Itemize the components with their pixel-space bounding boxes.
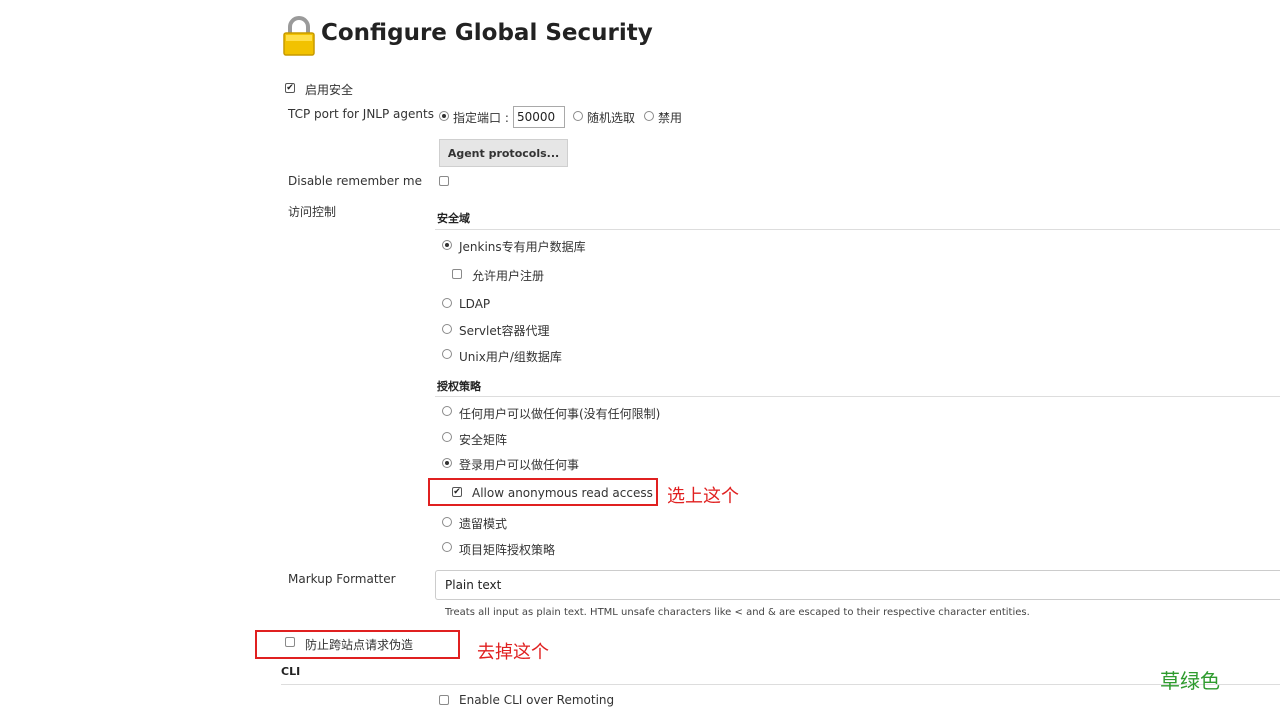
cli-title: CLI	[281, 665, 301, 678]
page-title: Configure Global Security	[321, 20, 653, 46]
markup-formatter-help: Treats all input as plain text. HTML uns…	[445, 607, 1030, 618]
realm-ldap-label: LDAP	[459, 297, 491, 311]
enable-cli-remoting-checkbox[interactable]	[439, 695, 449, 705]
realm-servlet-radio[interactable]	[442, 324, 452, 334]
authorization-divider	[435, 396, 1280, 397]
auth-legacy-label: 遗留模式	[459, 517, 508, 531]
annotation-select-this: 选上这个	[667, 486, 739, 507]
annotation-remove-this: 去掉这个	[477, 642, 549, 663]
tcp-port-random-radio[interactable]	[573, 111, 583, 121]
realm-unix-radio[interactable]	[442, 349, 452, 359]
auth-matrix-radio[interactable]	[442, 432, 452, 442]
tcp-port-disable-label: 禁用	[658, 111, 683, 125]
enable-security-checkbox[interactable]: ✔	[285, 83, 295, 93]
agent-protocols-button[interactable]: Agent protocols...	[439, 139, 568, 167]
security-realm-title: 安全域	[437, 212, 470, 225]
allow-signup-checkbox[interactable]	[452, 269, 462, 279]
auth-logged-in-label: 登录用户可以做任何事	[459, 458, 580, 472]
enable-security-label: 启用安全	[305, 83, 354, 97]
realm-jenkins-db-label: Jenkins专有用户数据库	[459, 240, 586, 254]
realm-unix-label: Unix用户/组数据库	[459, 350, 562, 364]
disable-remember-me-label: Disable remember me	[288, 174, 422, 188]
csrf-checkbox[interactable]	[285, 637, 295, 647]
watermark-text: 草绿色	[1160, 669, 1220, 693]
cli-divider	[281, 684, 1280, 685]
csrf-label: 防止跨站点请求伪造	[305, 638, 414, 652]
tcp-port-fixed-label: 指定端口 :	[453, 111, 509, 125]
realm-jenkins-db-radio[interactable]	[442, 240, 452, 250]
auth-project-matrix-radio[interactable]	[442, 542, 452, 552]
allow-signup-label: 允许用户注册	[472, 269, 545, 283]
auth-logged-in-radio[interactable]	[442, 458, 452, 468]
tcp-port-label: TCP port for JNLP agents	[288, 107, 434, 121]
auth-legacy-radio[interactable]	[442, 517, 452, 527]
enable-cli-remoting-label: Enable CLI over Remoting	[459, 693, 615, 707]
disable-remember-me-checkbox[interactable]	[439, 176, 449, 186]
auth-project-matrix-label: 项目矩阵授权策略	[459, 543, 556, 557]
auth-matrix-label: 安全矩阵	[459, 433, 508, 447]
security-realm-divider	[435, 229, 1280, 230]
tcp-port-disable-radio[interactable]	[644, 111, 654, 121]
markup-formatter-select[interactable]: Plain text	[435, 570, 1280, 600]
allow-anonymous-read-label: Allow anonymous read access	[472, 486, 653, 500]
lock-icon	[281, 16, 317, 56]
realm-ldap-radio[interactable]	[442, 298, 452, 308]
markup-formatter-label: Markup Formatter	[288, 572, 396, 586]
authorization-title: 授权策略	[437, 380, 481, 393]
tcp-port-input[interactable]	[513, 106, 565, 128]
auth-anyone-label: 任何用户可以做任何事(没有任何限制)	[459, 407, 661, 421]
realm-servlet-label: Servlet容器代理	[459, 324, 550, 338]
tcp-port-fixed-radio[interactable]	[439, 111, 449, 121]
auth-anyone-radio[interactable]	[442, 406, 452, 416]
tcp-port-random-label: 随机选取	[587, 111, 636, 125]
markup-formatter-value: Plain text	[445, 578, 502, 592]
allow-anonymous-read-checkbox[interactable]: ✔	[452, 487, 462, 497]
access-control-label: 访问控制	[288, 205, 337, 219]
